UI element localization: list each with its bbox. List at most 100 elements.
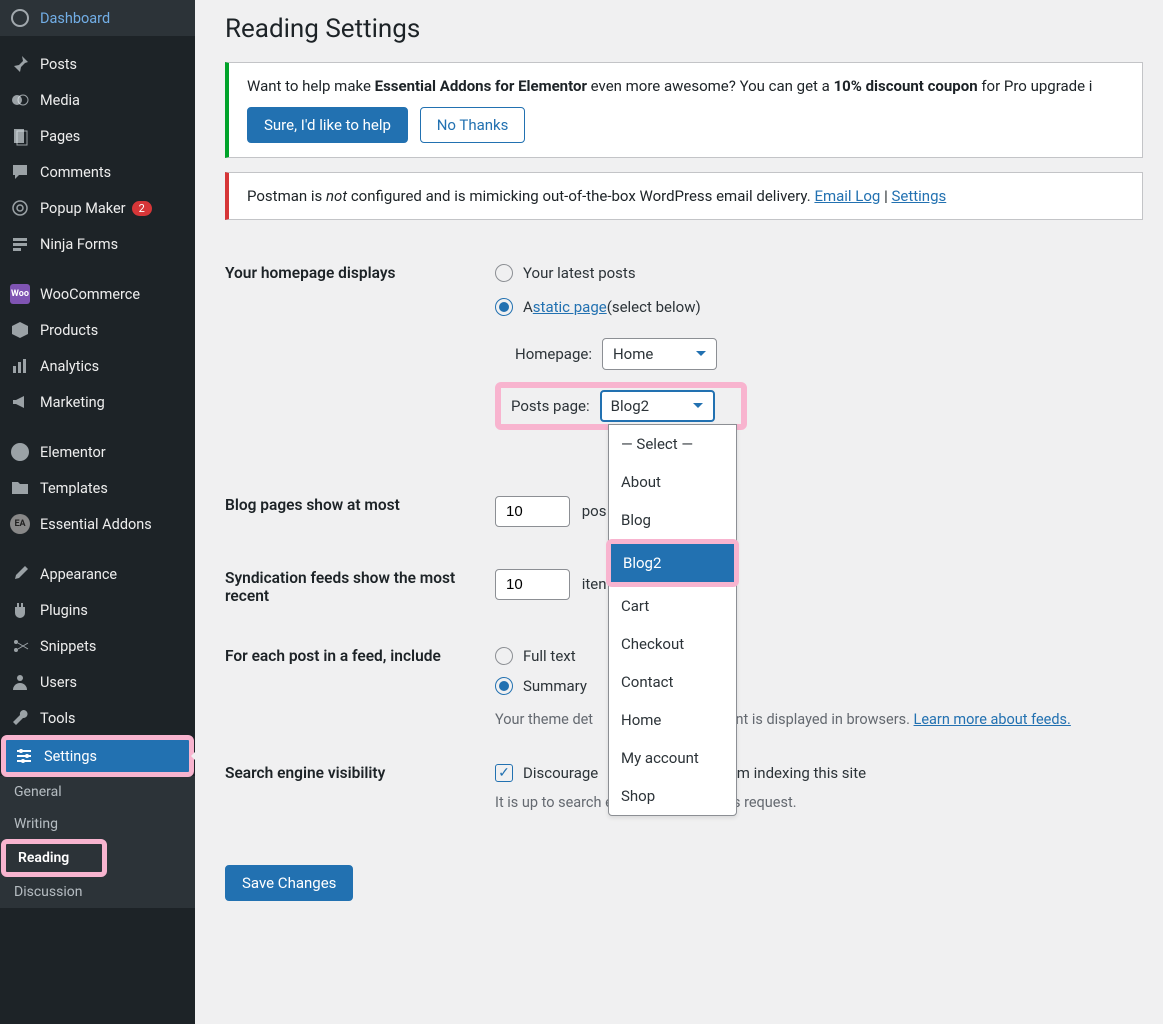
- label-feed-format: For each post in a feed, include: [225, 647, 495, 665]
- dropdown-option-selected[interactable]: Blog2: [611, 544, 734, 582]
- comment-icon: [10, 162, 30, 182]
- input-blog-pages[interactable]: [495, 496, 570, 527]
- sidebar-item-users[interactable]: Users: [0, 664, 195, 700]
- select-posts-page[interactable]: Blog2: [600, 390, 715, 422]
- sidebar-label: Settings: [44, 748, 97, 765]
- dropdown-option[interactable]: Blog: [609, 501, 736, 539]
- dropdown-option[interactable]: — Select —: [609, 425, 736, 463]
- sidebar-item-templates[interactable]: Templates: [0, 470, 195, 506]
- sliders-icon: [14, 746, 34, 766]
- label-blog-pages: Blog pages show at most: [225, 496, 495, 514]
- sidebar-label: Pages: [40, 128, 80, 145]
- sidebar-item-woocommerce[interactable]: Woo WooCommerce: [0, 276, 195, 312]
- dropdown-option[interactable]: My account: [609, 739, 736, 777]
- sidebar-item-dashboard[interactable]: Dashboard: [0, 0, 195, 36]
- btn-help-yes[interactable]: Sure, I'd like to help: [247, 107, 408, 143]
- dropdown-option[interactable]: Home: [609, 701, 736, 739]
- label-syndication: Syndication feeds show the most recent: [225, 569, 495, 605]
- radio-summary[interactable]: [495, 677, 513, 695]
- sidebar-item-media[interactable]: Media: [0, 82, 195, 118]
- sidebar-item-elementor[interactable]: Elementor: [0, 434, 195, 470]
- sidebar-label: WooCommerce: [40, 286, 140, 303]
- sidebar-sub-writing[interactable]: Writing: [0, 808, 195, 840]
- sidebar-label: Ninja Forms: [40, 236, 118, 253]
- sidebar-label: Tools: [40, 710, 76, 727]
- sidebar-item-snippets[interactable]: Snippets: [0, 628, 195, 664]
- sidebar-label: Comments: [40, 164, 111, 181]
- notice-postman: Postman is not configured and is mimicki…: [225, 172, 1143, 220]
- sidebar-label: Snippets: [40, 638, 96, 655]
- pages-icon: [10, 126, 30, 146]
- sidebar-item-pages[interactable]: Pages: [0, 118, 195, 154]
- ea-icon: EA: [10, 514, 30, 534]
- media-icon: [10, 90, 30, 110]
- sidebar-label: Media: [40, 92, 80, 109]
- sidebar-submenu: General Writing Reading Discussion: [0, 776, 195, 908]
- btn-help-no[interactable]: No Thanks: [420, 107, 526, 143]
- sidebar-item-ninja-forms[interactable]: Ninja Forms: [0, 226, 195, 262]
- label-homepage-displays: Your homepage displays: [225, 264, 495, 282]
- page-title: Reading Settings: [225, 0, 1143, 62]
- sidebar-item-plugins[interactable]: Plugins: [0, 592, 195, 628]
- radio-latest-posts[interactable]: [495, 264, 513, 282]
- plug-icon: [10, 600, 30, 620]
- sidebar-item-marketing[interactable]: Marketing: [0, 384, 195, 420]
- sidebar-label: Dashboard: [40, 10, 110, 27]
- sidebar-label: Users: [40, 674, 77, 691]
- link-email-log[interactable]: Email Log: [814, 187, 880, 205]
- scissors-icon: [10, 636, 30, 656]
- popup-icon: [10, 198, 30, 218]
- sidebar-sub-reading[interactable]: Reading: [4, 842, 104, 874]
- sidebar-label: Products: [40, 322, 98, 339]
- pin-icon: [10, 54, 30, 74]
- user-icon: [10, 672, 30, 692]
- sidebar-sub-discussion[interactable]: Discussion: [0, 876, 195, 908]
- elementor-icon: [10, 442, 30, 462]
- sidebar-item-tools[interactable]: Tools: [0, 700, 195, 736]
- link-learn-feeds[interactable]: Learn more about feeds.: [914, 711, 1071, 728]
- sidebar-label: Elementor: [40, 444, 106, 461]
- box-icon: [10, 320, 30, 340]
- label-homepage-select: Homepage:: [515, 345, 592, 363]
- admin-sidebar: Dashboard Posts Media Pages Comments Pop…: [0, 0, 195, 1024]
- dashboard-icon: [10, 8, 30, 28]
- sidebar-item-products[interactable]: Products: [0, 312, 195, 348]
- input-syndication[interactable]: [495, 569, 570, 600]
- sidebar-sub-general[interactable]: General: [0, 776, 195, 808]
- select-homepage[interactable]: Home: [602, 338, 717, 370]
- badge-count: 2: [132, 201, 152, 216]
- dropdown-option[interactable]: Contact: [609, 663, 736, 701]
- dropdown-option[interactable]: About: [609, 463, 736, 501]
- label-search-visibility: Search engine visibility: [225, 764, 495, 782]
- sidebar-item-settings[interactable]: Settings: [4, 738, 191, 774]
- label-posts-page-select: Posts page:: [511, 397, 590, 415]
- link-postman-settings[interactable]: Settings: [891, 187, 946, 205]
- sidebar-item-comments[interactable]: Comments: [0, 154, 195, 190]
- sidebar-item-appearance[interactable]: Appearance: [0, 556, 195, 592]
- sidebar-item-popup-maker[interactable]: Popup Maker 2: [0, 190, 195, 226]
- checkbox-discourage[interactable]: ✓: [495, 764, 513, 782]
- sidebar-item-essential-addons[interactable]: EA Essential Addons: [0, 506, 195, 542]
- main-content: Reading Settings Want to help make Essen…: [195, 0, 1163, 1024]
- folder-icon: [10, 478, 30, 498]
- megaphone-icon: [10, 392, 30, 412]
- sidebar-label: Templates: [40, 480, 108, 497]
- radio-static-page[interactable]: [495, 298, 513, 316]
- sidebar-label: Posts: [40, 56, 77, 73]
- link-static-page[interactable]: static page: [533, 298, 607, 316]
- dropdown-option[interactable]: Checkout: [609, 625, 736, 663]
- btn-save-changes[interactable]: Save Changes: [225, 865, 353, 901]
- woo-icon: Woo: [10, 284, 30, 304]
- sidebar-item-analytics[interactable]: Analytics: [0, 348, 195, 384]
- sidebar-label: Marketing: [40, 394, 105, 411]
- dropdown-option[interactable]: Cart: [609, 587, 736, 625]
- sidebar-label: Popup Maker: [40, 200, 126, 217]
- wrench-icon: [10, 708, 30, 728]
- sidebar-item-posts[interactable]: Posts: [0, 46, 195, 82]
- radio-full-text[interactable]: [495, 647, 513, 665]
- sidebar-label: Appearance: [40, 566, 117, 583]
- chart-icon: [10, 356, 30, 376]
- dropdown-posts-page: — Select — About Blog Blog2 Cart Checkou…: [608, 424, 737, 816]
- dropdown-option[interactable]: Shop: [609, 777, 736, 815]
- sidebar-label: Essential Addons: [40, 516, 152, 533]
